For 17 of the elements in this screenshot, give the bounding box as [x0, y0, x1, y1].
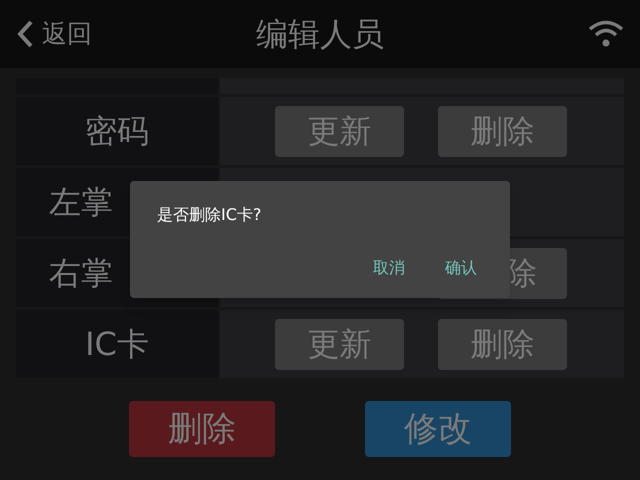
update-button[interactable]: 更新 — [275, 318, 404, 370]
back-icon — [16, 19, 34, 49]
page-title: 编辑人员 — [256, 14, 384, 55]
row-label: 左掌 — [49, 182, 113, 223]
wifi-icon — [588, 20, 624, 48]
dialog-message: 是否删除IC卡? — [157, 204, 262, 226]
back-button[interactable]: 返回 — [16, 15, 92, 53]
update-button[interactable]: 更新 — [275, 106, 404, 156]
confirm-button[interactable]: 确认 — [445, 256, 477, 280]
row-label: IC卡 — [85, 324, 149, 365]
row-label: 右掌 — [49, 253, 113, 294]
delete-button[interactable]: 删除 — [129, 401, 275, 457]
delete-button[interactable]: 删除 — [438, 106, 567, 156]
delete-button[interactable]: 删除 — [438, 318, 567, 370]
edit-button[interactable]: 修改 — [365, 401, 511, 457]
cancel-button[interactable]: 取消 — [373, 256, 405, 280]
row-label: 密码 — [85, 111, 149, 152]
